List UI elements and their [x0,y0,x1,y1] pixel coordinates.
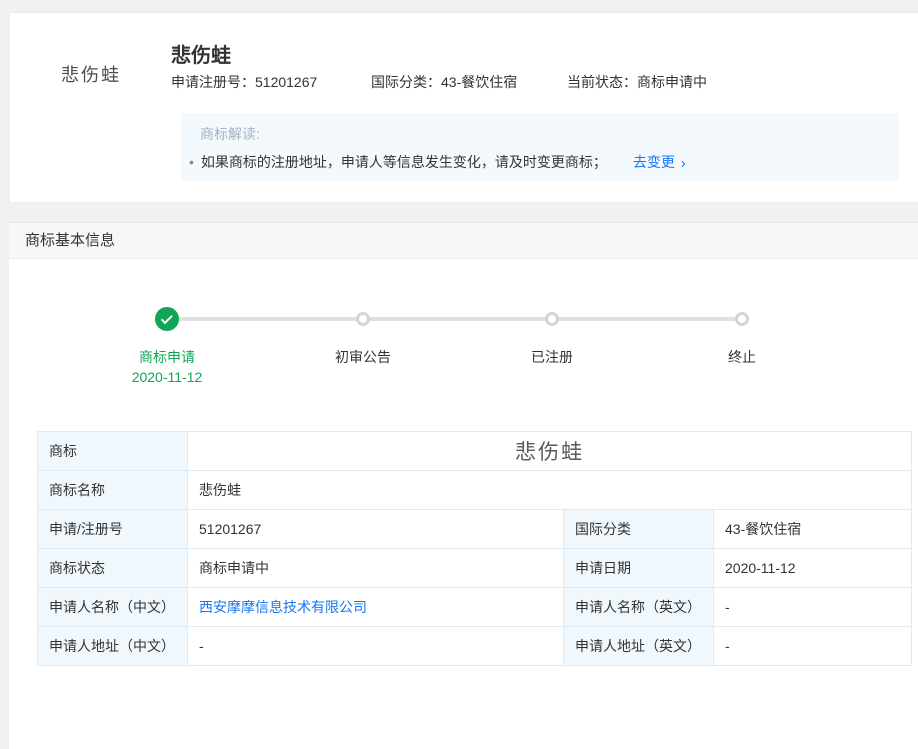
go-change-link[interactable]: 去变更 › [633,152,686,172]
timeline-connector [167,317,742,321]
trademark-header-card: 悲伤蛙 悲伤蛙 申请注册号：51201267 国际分类：43-餐饮住宿 当前状态… [9,12,918,203]
trademark-info-table: 商标 悲伤蛙 商标名称 悲伤蛙 申请/注册号 51201267 国际分类 43-… [37,431,912,666]
interpretation-box: 商标解读: • 如果商标的注册地址，申请人等信息发生变化，请及时变更商标； 去变… [181,113,899,181]
mark-image-text: 悲伤蛙 [515,440,584,464]
go-change-label: 去变更 [633,152,675,172]
applicant-company-link[interactable]: 西安摩摩信息技术有限公司 [199,599,367,615]
mark-status-value: 商标申请中 [188,549,564,588]
applicant-cn-cell: 西安摩摩信息技术有限公司 [188,588,564,627]
table-row: 商标名称 悲伤蛙 [38,471,912,510]
applicant-en-label: 申请人名称（英文） [564,588,714,627]
basic-info-card: 商标基本信息 商标申请 2020-11-12 初审公告 已注册 终止 商标 悲伤… [9,222,918,749]
application-number-field: 申请注册号：51201267 [171,72,317,92]
apply-date-value: 2020-11-12 [714,549,912,588]
step-pending-circle-2 [545,312,559,326]
table-row: 申请人名称（中文） 西安摩摩信息技术有限公司 申请人名称（英文） - [38,588,912,627]
step-label-registered: 已注册 [482,347,622,367]
address-cn-value: - [188,627,564,666]
reg-number-value: 51201267 [188,510,564,549]
trademark-image: 悲伤蛙 [27,26,155,121]
table-row: 申请/注册号 51201267 国际分类 43-餐饮住宿 [38,510,912,549]
step-date-application: 2020-11-12 [97,369,237,385]
address-en-value: - [714,627,912,666]
interpretation-bullet-line: • 如果商标的注册地址，申请人等信息发生变化，请及时变更商标； 去变更 › [189,152,686,172]
intl-class-field: 国际分类：43-餐饮住宿 [371,72,517,92]
applicant-cn-label: 申请人名称（中文） [38,588,188,627]
trademark-status-timeline: 商标申请 2020-11-12 初审公告 已注册 终止 [9,223,918,423]
chevron-right-icon: › [681,153,686,171]
check-icon [160,312,172,324]
current-status-label: 当前状态： [567,74,637,90]
mark-image-cell: 悲伤蛙 [188,432,912,471]
mark-status-label: 商标状态 [38,549,188,588]
reg-number-label: 申请/注册号 [38,510,188,549]
intl-class-value: 43-餐饮住宿 [441,74,517,90]
address-en-label: 申请人地址（英文） [564,627,714,666]
address-cn-label: 申请人地址（中文） [38,627,188,666]
step-label-application: 商标申请 [97,347,237,367]
trademark-image-text: 悲伤蛙 [61,61,121,87]
step-pending-circle-1 [356,312,370,326]
applicant-en-value: - [714,588,912,627]
application-number-label: 申请注册号： [171,74,255,90]
apply-date-label: 申请日期 [564,549,714,588]
table-row: 申请人地址（中文） - 申请人地址（英文） - [38,627,912,666]
current-status-field: 当前状态：商标申请中 [567,72,707,92]
bullet-icon: • [189,154,194,170]
step-label-terminated: 终止 [672,347,812,367]
mark-name-label: 商标名称 [38,471,188,510]
step-pending-circle-3 [735,312,749,326]
intl-class-label: 国际分类： [371,74,441,90]
mark-label: 商标 [38,432,188,471]
application-number-value: 51201267 [255,74,317,90]
intl-class-cell-label: 国际分类 [564,510,714,549]
interpretation-bullet-text: 如果商标的注册地址，申请人等信息发生变化，请及时变更商标； [201,152,607,172]
mark-name-value: 悲伤蛙 [188,471,912,510]
table-row: 商标 悲伤蛙 [38,432,912,471]
current-status-value: 商标申请中 [637,74,707,90]
table-row: 商标状态 商标申请中 申请日期 2020-11-12 [38,549,912,588]
interpretation-title: 商标解读: [200,124,260,144]
step-done-circle [155,307,179,331]
step-label-preliminary: 初审公告 [293,347,433,367]
page-title: 悲伤蛙 [171,39,231,68]
intl-class-cell-value: 43-餐饮住宿 [714,510,912,549]
